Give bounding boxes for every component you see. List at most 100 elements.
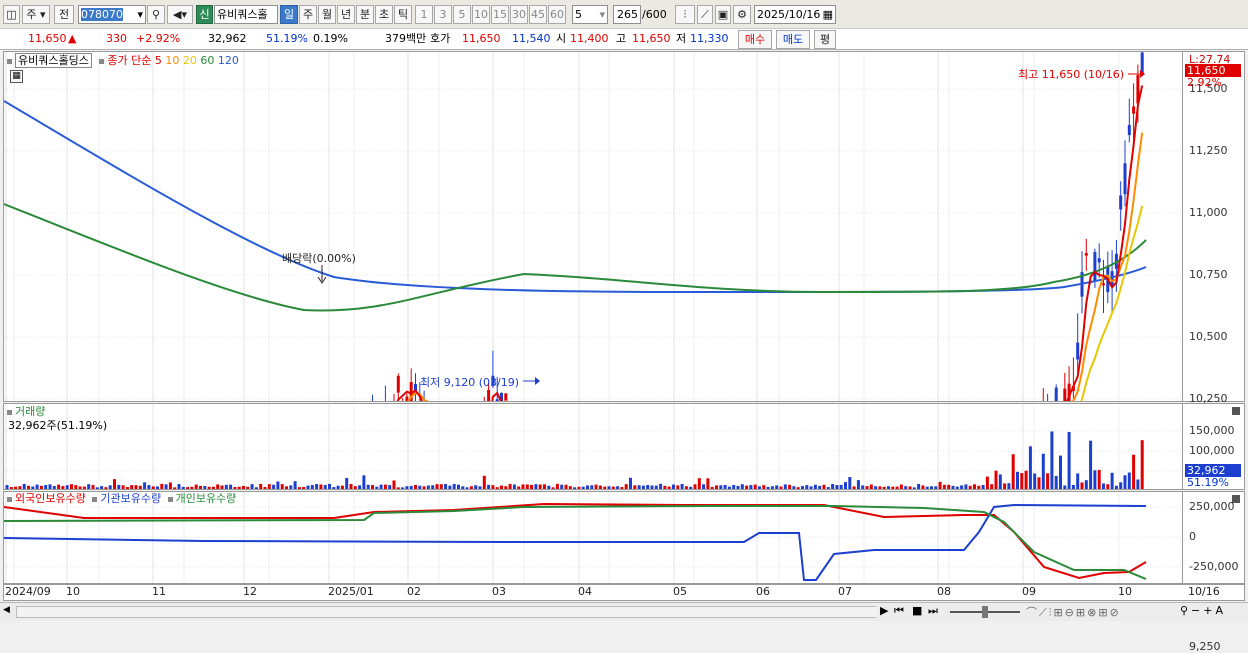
line-tool-icon[interactable]: ⟋ [697,5,713,24]
rewind-icon[interactable]: ⏮ [894,604,904,618]
legend-stock-name[interactable]: 유비쿼스홀딩스 [15,53,92,68]
close-icon[interactable] [1232,407,1240,415]
volume-bar [727,486,731,489]
gear-icon[interactable]: ⚙ [733,5,751,24]
mode-select[interactable]: 주 ▾ [22,5,50,24]
speaker-icon[interactable]: ◀▾ [167,5,193,24]
legend-marker-icon [7,496,12,502]
buy-button[interactable]: 매수 [738,30,772,49]
volume-bar [512,484,516,489]
volume-bar [130,485,134,489]
volume-bar [418,485,422,489]
chevron-down-icon[interactable]: ▾ [137,6,143,23]
volume-bar [985,476,989,489]
evaluate-button[interactable]: 평 [814,30,836,49]
interval-button[interactable]: 60 [548,5,566,24]
axis-tick-label: 150,000 [1189,424,1235,437]
volume-bar [143,482,147,489]
stop-icon[interactable]: ■ [912,604,922,617]
volume-bar [340,485,344,489]
period-button[interactable]: 분 [356,5,374,24]
volume-bar [650,485,654,489]
interval-button[interactable]: 10 [472,5,490,24]
volume-bar [590,485,594,489]
interval-button[interactable]: 3 [434,5,452,24]
volume-bar [220,485,224,489]
zoom-controls-icon[interactable]: ⚲−+A [1180,604,1226,617]
zoom-slider-handle[interactable] [982,606,988,618]
volume-bar [568,486,572,489]
scrollbar-thumb[interactable] [17,607,877,617]
volume-panel[interactable]: 거래량 32,962주(51.19%) [3,403,1183,490]
volume-bar [203,486,207,489]
volume-bar [912,487,916,489]
volume-bar [723,484,727,489]
volume-bar [487,484,491,489]
drawing-tools-icon[interactable]: ⌒⟋⫶⊞⊖⊞⊗⊞⊘ [1026,604,1121,620]
scrollbar-track[interactable] [16,606,877,618]
volume-bar [500,485,503,489]
period-button[interactable]: 틱 [394,5,412,24]
axis-tick-label: 250,000 [1189,500,1235,513]
axis-tick-label: 10,750 [1189,268,1228,281]
volume-bar [706,478,710,489]
max-price-note: 최고 11,650 (10/16) [1018,68,1125,81]
volume-bar [710,486,714,489]
volume-bar [259,483,263,489]
volume-bar [508,483,512,489]
chevron-down-icon[interactable]: ▾ [599,6,605,23]
volume-bar [379,484,383,489]
volume-bar [839,484,843,489]
calendar-icon[interactable]: ▦ [823,6,833,23]
volume-bar [22,483,26,489]
sell-button[interactable]: 매도 [776,30,810,49]
scroll-right-icon[interactable]: ▶ [880,604,888,617]
volume-bar [108,485,112,489]
interval-button[interactable]: 15 [491,5,509,24]
volume-bar [835,485,839,489]
scroll-left-icon[interactable]: ◀ [3,605,15,619]
price-panel[interactable]: 유비쿼스홀딩스 종가 단순 5 10 20 60 120 ▦ 배당락(0.00%… [3,51,1183,402]
fast-forward-icon[interactable]: ⏭ [928,604,938,618]
interval-button[interactable]: 45 [529,5,547,24]
legend-ma-type: 종가 단순 [107,54,152,67]
search-icon[interactable]: ⚲ [147,5,165,24]
period-button[interactable]: 초 [375,5,393,24]
volume-bar [1046,473,1050,489]
volume-bar [276,481,280,489]
interval-select[interactable]: 5 ▾ [572,5,608,24]
volume-bar [921,485,925,489]
period-button[interactable]: 일 [280,5,298,24]
chart-settings-icon[interactable]: ◫ [3,5,20,24]
prev-button[interactable]: 전 [54,5,74,24]
volume-bar [207,486,211,489]
x-axis-label: 2025/01 [328,585,374,598]
volume-bar [27,485,30,489]
save-icon[interactable]: ▣ [715,5,731,24]
volume-bar [646,485,650,489]
volume-bar [478,486,482,489]
volume-bar [994,470,998,489]
count-input[interactable]: 265 [613,5,641,24]
period-button[interactable]: 월 [318,5,336,24]
volume-bar [302,486,306,489]
volume-bar [173,487,177,489]
interval-button[interactable]: 1 [415,5,433,24]
period-button[interactable]: 년 [337,5,355,24]
volume-bar [401,487,405,489]
volume-bar [465,487,469,489]
date-input[interactable]: 2025/10/16 ▦ [754,5,836,24]
grid-table-icon[interactable]: ▦ [10,70,23,83]
volume-bar [672,484,675,489]
candle-icon[interactable]: ⫶ [675,5,695,24]
candle-body [1123,163,1127,195]
interval-button[interactable]: 30 [510,5,528,24]
volume-bar [469,486,473,489]
stock-code-input[interactable]: 078070 ▾ [78,5,146,24]
volume-bar [586,485,589,489]
interval-button[interactable]: 5 [453,5,471,24]
stock-name-field[interactable]: 유비쿼스홀 [214,5,278,24]
period-button[interactable]: 주 [299,5,317,24]
holders-panel[interactable]: 외국인보유수량 기관보유수량 개인보유수량 [3,491,1183,584]
x-axis-label: 06 [756,585,770,598]
